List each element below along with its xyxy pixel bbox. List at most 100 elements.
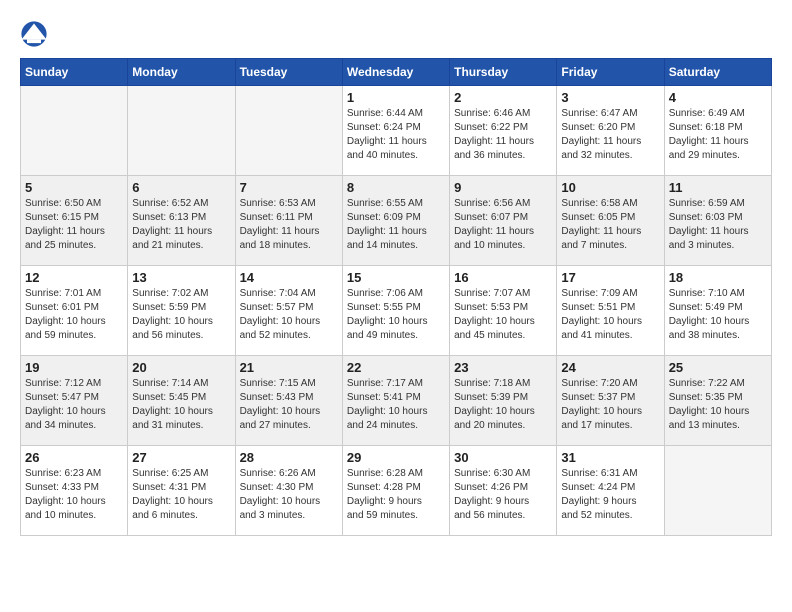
calendar-day-cell: 1 Sunrise: 6:44 AMSunset: 6:24 PMDaylight… — [342, 86, 449, 176]
calendar-day-cell: 18 Sunrise: 7:10 AMSunset: 5:49 PMDayligh… — [664, 266, 771, 356]
calendar-day-cell: 17Sunrise: 7:09 AMSunset: 5:51 PMDayligh… — [557, 266, 664, 356]
logo — [20, 20, 52, 48]
calendar-day-cell: 5Sunrise: 6:50 AMSunset: 6:15 PMDaylight… — [21, 176, 128, 266]
calendar-week-row: 12 Sunrise: 7:01 AMSunset: 6:01 PMDayligh… — [21, 266, 772, 356]
day-number: 20 — [132, 360, 230, 375]
calendar-day-cell: 19Sunrise: 7:12 AMSunset: 5:47 PMDayligh… — [21, 356, 128, 446]
calendar-day-cell: 13 Sunrise: 7:02 AMSunset: 5:59 PMDayligh… — [128, 266, 235, 356]
calendar-day-cell: 4 Sunrise: 6:49 AMSunset: 6:18 PMDaylight… — [664, 86, 771, 176]
day-number: 22 — [347, 360, 445, 375]
calendar-week-row: 5Sunrise: 6:50 AMSunset: 6:15 PMDaylight… — [21, 176, 772, 266]
day-info: Sunrise: 7:01 AMSunset: 6:01 PMDaylight:… — [25, 287, 123, 343]
day-info: Sunrise: 7:07 AMSunset: 5:53 PMDaylight:… — [454, 287, 552, 343]
day-info: Sunrise: 7:04 AMSunset: 5:57 PMDaylight:… — [240, 287, 338, 343]
calendar-day-cell: 31 Sunrise: 6:31 AMSunset: 4:24 PMDayligh… — [557, 446, 664, 536]
calendar-day-cell: 14Sunrise: 7:04 AMSunset: 5:57 PMDayligh… — [235, 266, 342, 356]
day-info: Sunrise: 6:28 AMSunset: 4:28 PMDaylight:… — [347, 467, 445, 523]
weekday-header: Friday — [557, 59, 664, 86]
day-number: 7 — [240, 180, 338, 195]
calendar-day-cell — [235, 86, 342, 176]
day-info: Sunrise: 7:18 AMSunset: 5:39 PMDaylight:… — [454, 377, 552, 433]
calendar-day-cell — [664, 446, 771, 536]
calendar-day-cell: 3Sunrise: 6:47 AMSunset: 6:20 PMDaylight… — [557, 86, 664, 176]
calendar-day-cell: 27 Sunrise: 6:25 AMSunset: 4:31 PMDayligh… — [128, 446, 235, 536]
logo-icon — [20, 20, 48, 48]
day-info: Sunrise: 6:23 AMSunset: 4:33 PMDaylight:… — [25, 467, 123, 523]
day-info: Sunrise: 7:10 AMSunset: 5:49 PMDaylight:… — [669, 287, 767, 343]
calendar-day-cell: 8Sunrise: 6:55 AMSunset: 6:09 PMDaylight… — [342, 176, 449, 266]
day-number: 17 — [561, 270, 659, 285]
weekday-header: Monday — [128, 59, 235, 86]
day-number: 30 — [454, 450, 552, 465]
day-number: 18 — [669, 270, 767, 285]
weekday-header: Wednesday — [342, 59, 449, 86]
day-number: 16 — [454, 270, 552, 285]
day-info: Sunrise: 7:17 AMSunset: 5:41 PMDaylight:… — [347, 377, 445, 433]
day-number: 13 — [132, 270, 230, 285]
day-info: Sunrise: 7:06 AMSunset: 5:55 PMDaylight:… — [347, 287, 445, 343]
calendar-day-cell: 6Sunrise: 6:52 AMSunset: 6:13 PMDaylight… — [128, 176, 235, 266]
day-number: 1 — [347, 90, 445, 105]
calendar-day-cell: 25 Sunrise: 7:22 AMSunset: 5:35 PMDayligh… — [664, 356, 771, 446]
day-info: Sunrise: 6:50 AMSunset: 6:15 PMDaylight:… — [25, 197, 123, 253]
day-info: Sunrise: 6:58 AMSunset: 6:05 PMDaylight:… — [561, 197, 659, 253]
day-info: Sunrise: 7:02 AMSunset: 5:59 PMDaylight:… — [132, 287, 230, 343]
day-info: Sunrise: 6:26 AMSunset: 4:30 PMDaylight:… — [240, 467, 338, 523]
calendar-day-cell: 30 Sunrise: 6:30 AMSunset: 4:26 PMDayligh… — [450, 446, 557, 536]
day-number: 29 — [347, 450, 445, 465]
day-number: 4 — [669, 90, 767, 105]
calendar-day-cell: 7Sunrise: 6:53 AMSunset: 6:11 PMDaylight… — [235, 176, 342, 266]
day-info: Sunrise: 6:31 AMSunset: 4:24 PMDaylight:… — [561, 467, 659, 523]
day-number: 26 — [25, 450, 123, 465]
calendar-day-cell: 11 Sunrise: 6:59 AMSunset: 6:03 PMDayligh… — [664, 176, 771, 266]
day-info: Sunrise: 6:25 AMSunset: 4:31 PMDaylight:… — [132, 467, 230, 523]
day-info: Sunrise: 7:14 AMSunset: 5:45 PMDaylight:… — [132, 377, 230, 433]
day-info: Sunrise: 6:30 AMSunset: 4:26 PMDaylight:… — [454, 467, 552, 523]
calendar-day-cell — [128, 86, 235, 176]
calendar-day-cell: 2 Sunrise: 6:46 AMSunset: 6:22 PMDaylight… — [450, 86, 557, 176]
day-info: Sunrise: 7:15 AMSunset: 5:43 PMDaylight:… — [240, 377, 338, 433]
day-number: 24 — [561, 360, 659, 375]
calendar-day-cell: 10 Sunrise: 6:58 AMSunset: 6:05 PMDayligh… — [557, 176, 664, 266]
day-number: 21 — [240, 360, 338, 375]
day-info: Sunrise: 6:56 AMSunset: 6:07 PMDaylight:… — [454, 197, 552, 253]
day-number: 6 — [132, 180, 230, 195]
page-header — [20, 20, 772, 48]
weekday-header: Thursday — [450, 59, 557, 86]
day-number: 31 — [561, 450, 659, 465]
calendar-day-cell: 28 Sunrise: 6:26 AMSunset: 4:30 PMDayligh… — [235, 446, 342, 536]
calendar-day-cell: 22 Sunrise: 7:17 AMSunset: 5:41 PMDayligh… — [342, 356, 449, 446]
day-info: Sunrise: 6:59 AMSunset: 6:03 PMDaylight:… — [669, 197, 767, 253]
day-number: 12 — [25, 270, 123, 285]
day-info: Sunrise: 6:49 AMSunset: 6:18 PMDaylight:… — [669, 107, 767, 163]
day-number: 27 — [132, 450, 230, 465]
calendar-day-cell: 29 Sunrise: 6:28 AMSunset: 4:28 PMDayligh… — [342, 446, 449, 536]
calendar-day-cell: 23Sunrise: 7:18 AMSunset: 5:39 PMDayligh… — [450, 356, 557, 446]
calendar-day-cell: 15 Sunrise: 7:06 AMSunset: 5:55 PMDayligh… — [342, 266, 449, 356]
day-info: Sunrise: 6:44 AMSunset: 6:24 PMDaylight:… — [347, 107, 445, 163]
day-number: 25 — [669, 360, 767, 375]
calendar-table: SundayMondayTuesdayWednesdayThursdayFrid… — [20, 58, 772, 536]
weekday-header: Saturday — [664, 59, 771, 86]
day-info: Sunrise: 7:22 AMSunset: 5:35 PMDaylight:… — [669, 377, 767, 433]
day-info: Sunrise: 6:47 AMSunset: 6:20 PMDaylight:… — [561, 107, 659, 163]
calendar-week-row: 26 Sunrise: 6:23 AMSunset: 4:33 PMDayligh… — [21, 446, 772, 536]
calendar-day-cell — [21, 86, 128, 176]
calendar-day-cell: 9 Sunrise: 6:56 AMSunset: 6:07 PMDaylight… — [450, 176, 557, 266]
day-number: 28 — [240, 450, 338, 465]
calendar-day-cell: 26 Sunrise: 6:23 AMSunset: 4:33 PMDayligh… — [21, 446, 128, 536]
weekday-header: Sunday — [21, 59, 128, 86]
day-number: 11 — [669, 180, 767, 195]
calendar-header-row: SundayMondayTuesdayWednesdayThursdayFrid… — [21, 59, 772, 86]
calendar-day-cell: 16 Sunrise: 7:07 AMSunset: 5:53 PMDayligh… — [450, 266, 557, 356]
calendar-day-cell: 21 Sunrise: 7:15 AMSunset: 5:43 PMDayligh… — [235, 356, 342, 446]
day-info: Sunrise: 6:46 AMSunset: 6:22 PMDaylight:… — [454, 107, 552, 163]
calendar-week-row: 19Sunrise: 7:12 AMSunset: 5:47 PMDayligh… — [21, 356, 772, 446]
day-number: 9 — [454, 180, 552, 195]
calendar-day-cell: 20 Sunrise: 7:14 AMSunset: 5:45 PMDayligh… — [128, 356, 235, 446]
day-info: Sunrise: 7:20 AMSunset: 5:37 PMDaylight:… — [561, 377, 659, 433]
day-number: 10 — [561, 180, 659, 195]
day-number: 2 — [454, 90, 552, 105]
day-number: 15 — [347, 270, 445, 285]
day-number: 19 — [25, 360, 123, 375]
